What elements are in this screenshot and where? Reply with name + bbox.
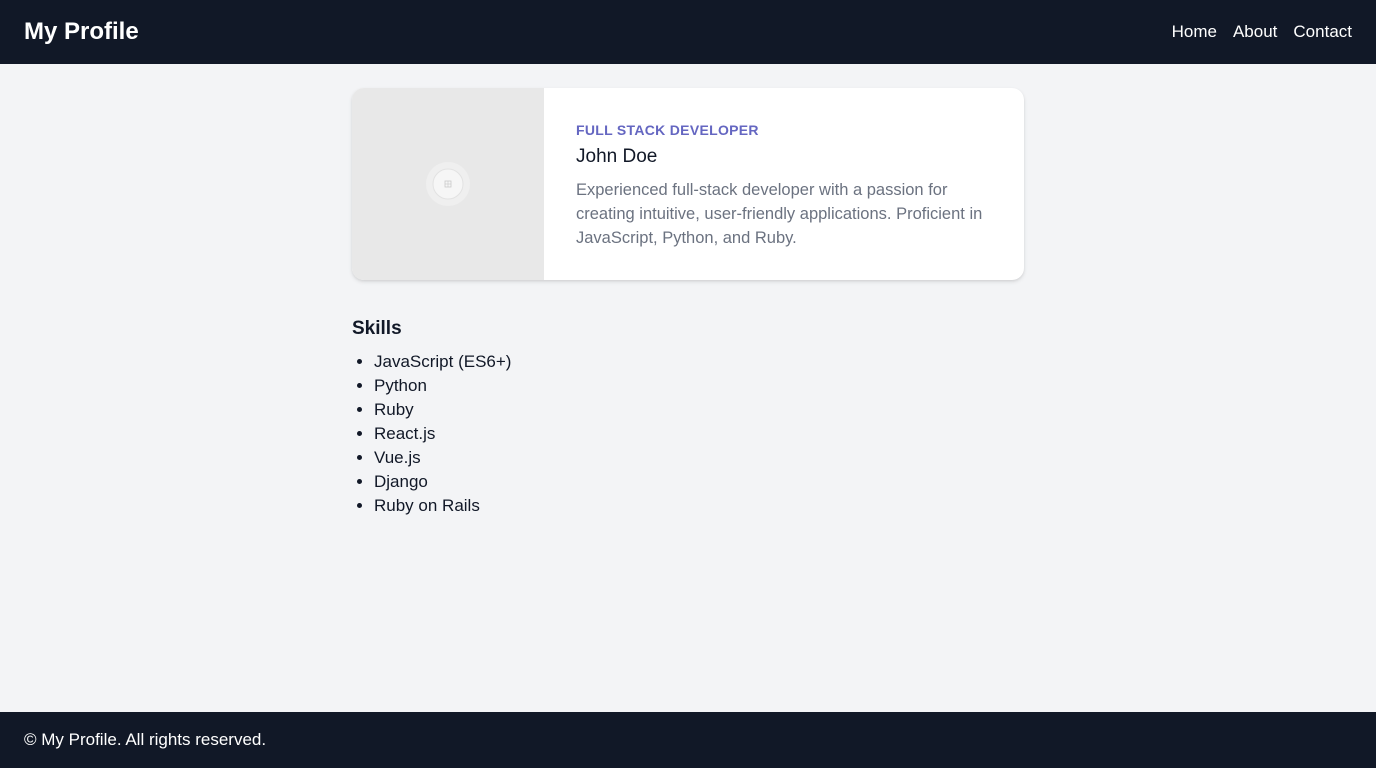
profile-card: Full Stack Developer John Doe Experience…	[352, 88, 1024, 280]
nav-link-contact[interactable]: Contact	[1293, 22, 1352, 42]
site-brand[interactable]: My Profile	[24, 18, 139, 46]
main-nav: Home About Contact	[1172, 22, 1352, 42]
skill-item: Django	[374, 470, 1024, 494]
top-navbar: My Profile Home About Contact	[0, 0, 1376, 64]
skill-item: Ruby on Rails	[374, 494, 1024, 518]
skill-item: Vue.js	[374, 446, 1024, 470]
profile-card-body: Full Stack Developer John Doe Experience…	[544, 88, 1024, 280]
nav-link-home[interactable]: Home	[1172, 22, 1217, 42]
skill-item: Ruby	[374, 398, 1024, 422]
nav-link-about[interactable]: About	[1233, 22, 1277, 42]
main-content: Full Stack Developer John Doe Experience…	[352, 88, 1024, 518]
image-placeholder-icon	[426, 162, 470, 206]
skill-item: JavaScript (ES6+)	[374, 350, 1024, 374]
skill-item: Python	[374, 374, 1024, 398]
skills-list: JavaScript (ES6+) Python Ruby React.js V…	[352, 350, 1024, 518]
profile-name: John Doe	[576, 146, 658, 167]
site-footer: © My Profile. All rights reserved.	[0, 712, 1376, 768]
profile-bio: Experienced full-stack developer with a …	[576, 181, 983, 247]
profile-role: Full Stack Developer	[576, 122, 759, 138]
skill-item: React.js	[374, 422, 1024, 446]
skills-heading: Skills	[352, 318, 402, 339]
profile-image-placeholder	[352, 88, 544, 280]
copyright-text: © My Profile. All rights reserved.	[24, 730, 267, 749]
